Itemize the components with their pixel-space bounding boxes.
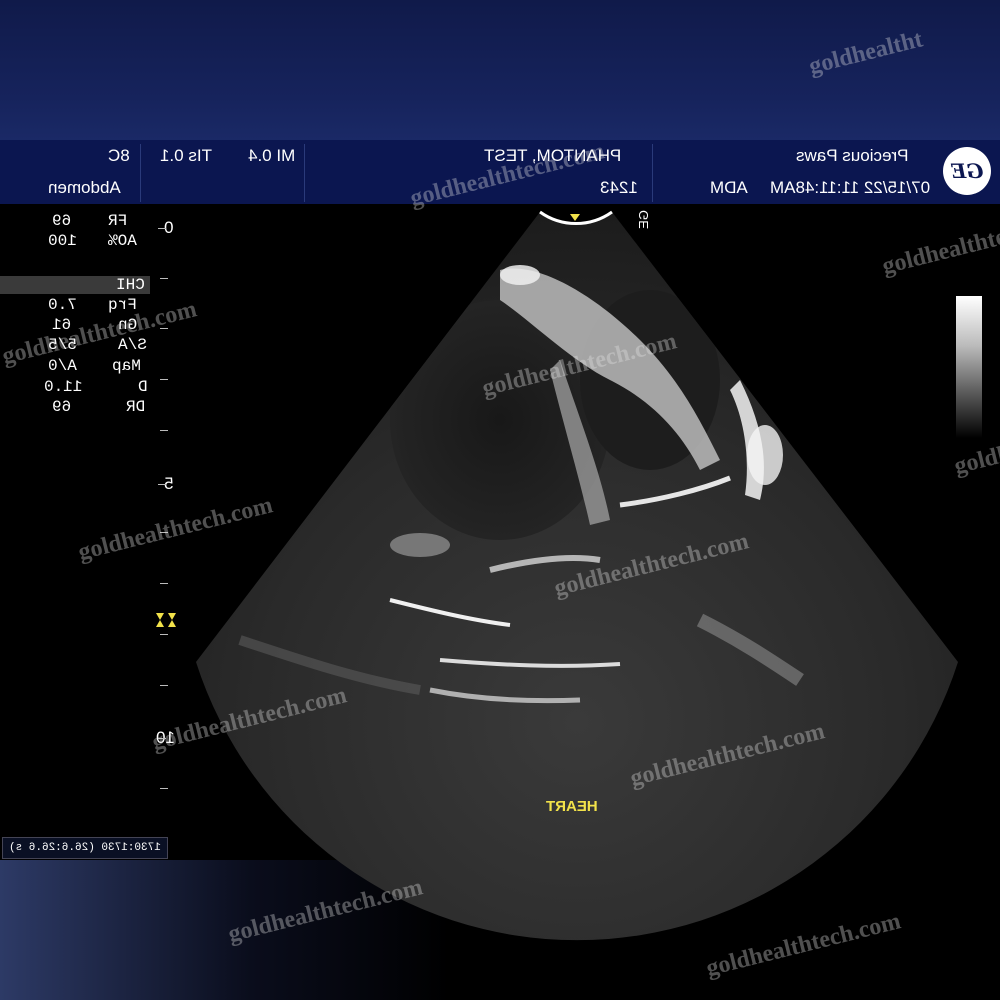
- param-label: AO%: [108, 232, 137, 250]
- depth-tick: [160, 685, 168, 686]
- probe-orientation-mark: GE: [635, 210, 651, 229]
- param-label: DR: [126, 398, 146, 416]
- param-value: 69: [52, 398, 72, 416]
- param-label: D: [138, 378, 148, 396]
- param-value: A/0: [48, 357, 77, 375]
- focal-zone-icon: [156, 613, 176, 627]
- depth-tick: [160, 634, 168, 635]
- depth-tick: [160, 430, 168, 431]
- grayscale-map-bar: [956, 296, 982, 438]
- param-value: 69: [52, 212, 72, 230]
- depth-tick: [160, 583, 168, 584]
- focus-marker-icon: [570, 214, 580, 221]
- param-value: 100: [48, 232, 77, 250]
- param-label: Map: [112, 357, 141, 375]
- depth-tick: [158, 484, 166, 485]
- param-value: 11.0: [44, 378, 83, 396]
- annotation-label: HEART: [546, 798, 598, 815]
- param-value: 7.0: [48, 296, 77, 314]
- depth-tick: [160, 278, 168, 279]
- param-label: FR: [108, 212, 128, 230]
- cine-status: 1730:1730 (26.6:26.6 s): [2, 837, 168, 859]
- depth-tick: [158, 228, 166, 229]
- depth-tick: [160, 379, 168, 380]
- imaging-mode: CHI: [116, 276, 145, 294]
- depth-tick: [160, 788, 168, 789]
